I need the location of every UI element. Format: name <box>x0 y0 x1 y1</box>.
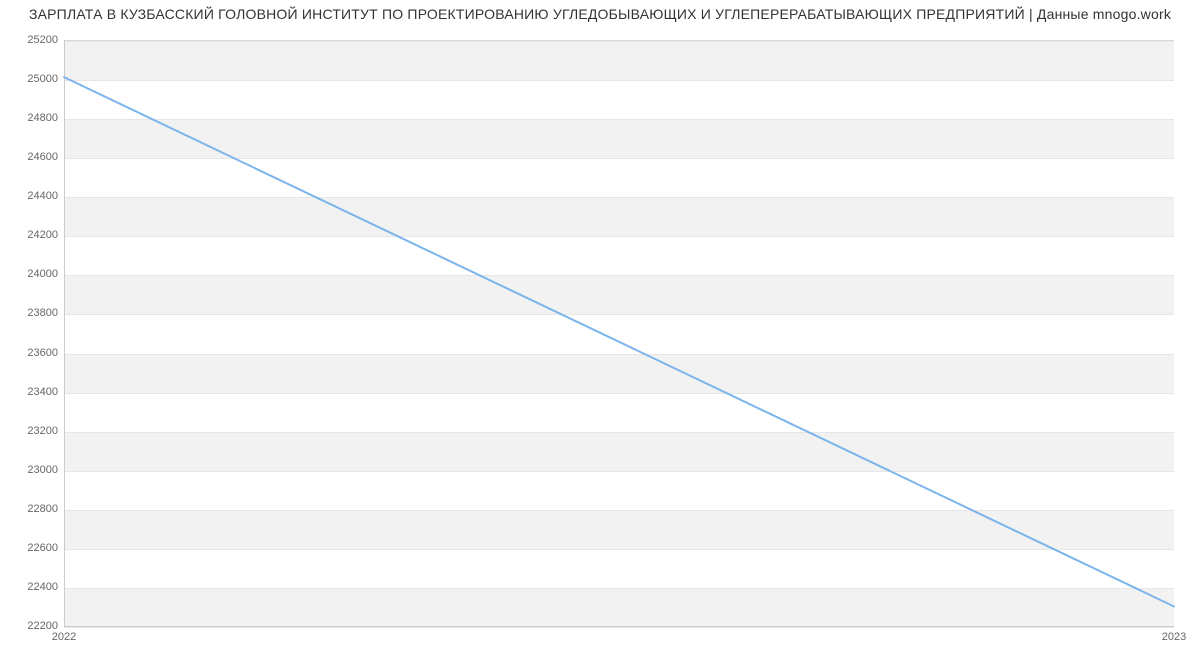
x-tick-label: 2023 <box>1162 631 1186 643</box>
y-tick-label: 23200 <box>6 425 58 437</box>
y-tick-label: 24600 <box>6 151 58 163</box>
y-tick-label: 22600 <box>6 542 58 554</box>
y-tick-label: 23400 <box>6 386 58 398</box>
x-tick-label: 2022 <box>52 631 76 643</box>
y-tick-label: 24000 <box>6 268 58 280</box>
y-tick-label: 23000 <box>6 464 58 476</box>
y-tick-label: 22800 <box>6 503 58 515</box>
line-series <box>64 40 1174 626</box>
y-tick-label: 23800 <box>6 307 58 319</box>
chart-title: ЗАРПЛАТА В КУЗБАССКИЙ ГОЛОВНОЙ ИНСТИТУТ … <box>0 6 1200 22</box>
y-tick-label: 23600 <box>6 347 58 359</box>
y-tick-label: 24400 <box>6 190 58 202</box>
x-axis <box>64 626 1174 627</box>
chart-container: ЗАРПЛАТА В КУЗБАССКИЙ ГОЛОВНОЙ ИНСТИТУТ … <box>0 0 1200 650</box>
y-tick-label: 24200 <box>6 229 58 241</box>
gridline <box>64 627 1174 628</box>
y-tick-label: 22200 <box>6 620 58 632</box>
y-tick-label: 25200 <box>6 34 58 46</box>
y-tick-label: 25000 <box>6 73 58 85</box>
y-tick-label: 24800 <box>6 112 58 124</box>
y-tick-label: 22400 <box>6 581 58 593</box>
